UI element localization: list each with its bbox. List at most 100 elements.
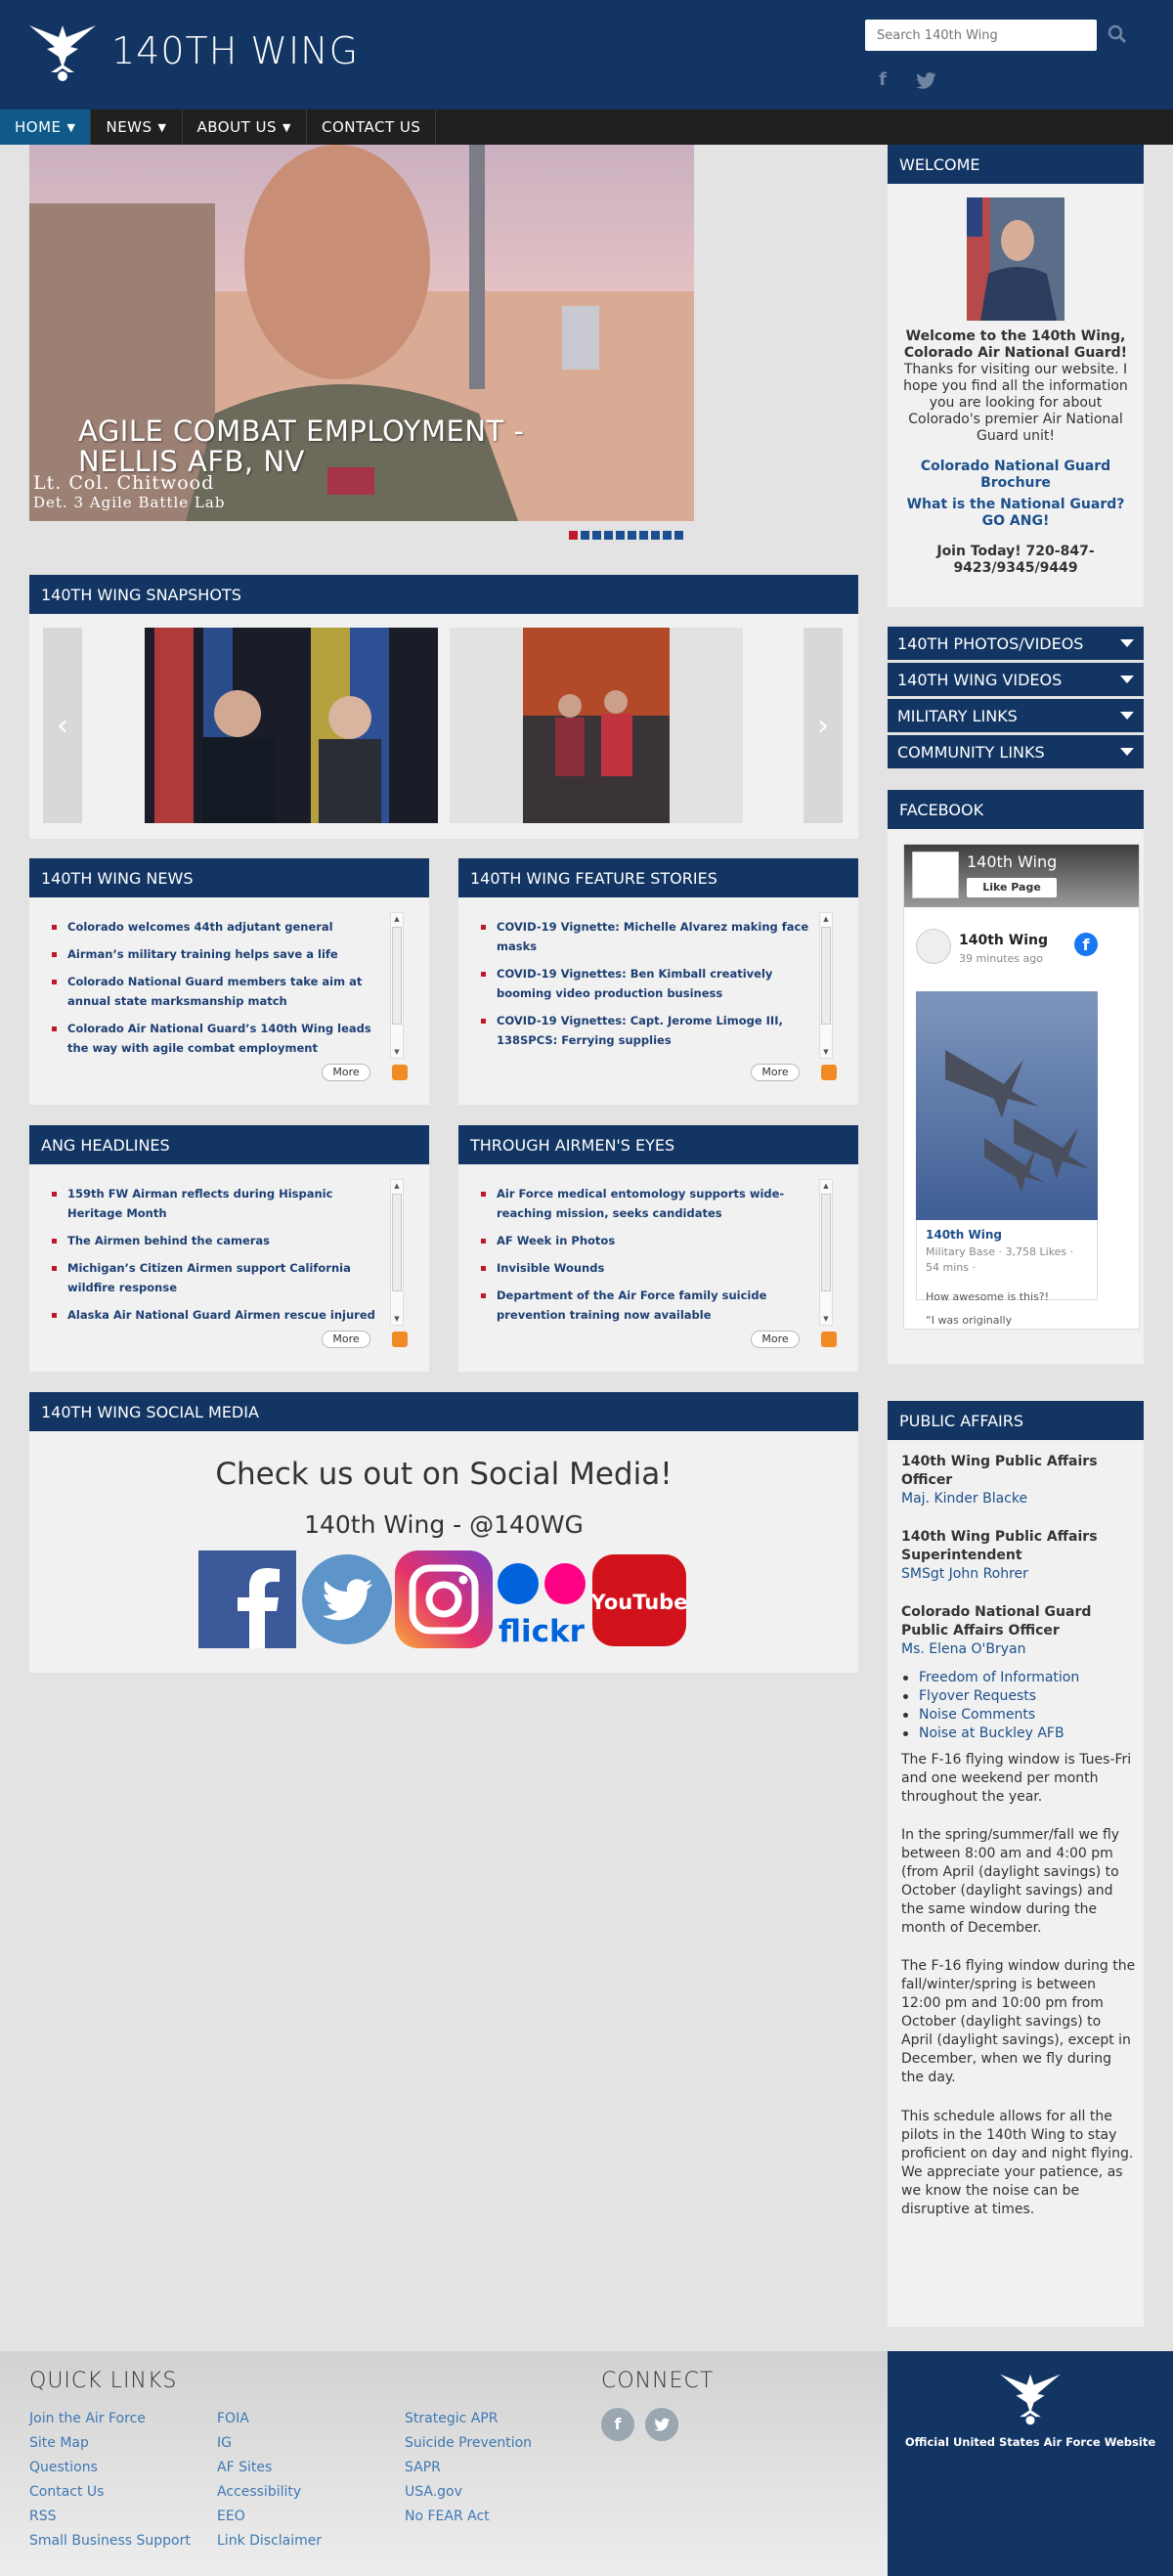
accordion-military-links[interactable]: MILITARY LINKS [888,699,1144,732]
rss-icon[interactable] [821,1332,837,1347]
footer-link[interactable]: USA.gov [405,2484,462,2500]
slide-dot[interactable] [651,531,660,540]
slide-dot[interactable] [639,531,648,540]
feature-scrollbar[interactable]: ▲ ▼ [819,912,833,1059]
pa-officer-link[interactable]: Maj. Kinder Blacke [901,1491,1027,1506]
pa-cong-link[interactable]: Ms. Elena O'Bryan [901,1641,1026,1657]
usaf-box[interactable]: Official United States Air Force Website [888,2351,1173,2576]
air-force-wings-logo-icon[interactable] [27,22,98,84]
scroll-thumb[interactable] [392,927,402,1025]
scroll-up-icon[interactable]: ▲ [820,1180,832,1192]
eyes-link[interactable]: Air Force medical entomology supports wi… [472,1184,813,1223]
footer-link[interactable]: Site Map [29,2435,89,2451]
footer-twitter-icon[interactable] [645,2408,678,2441]
twitter-logo-icon[interactable] [302,1554,392,1644]
nav-contact-us[interactable]: CONTACT US [307,109,437,145]
facebook-post-avatar[interactable] [916,929,951,964]
eyes-link[interactable]: Invisible Wounds [472,1258,813,1278]
footer-link[interactable]: Link Disclaimer [217,2533,322,2549]
scroll-thumb[interactable] [821,1194,831,1291]
facebook-post-author[interactable]: 140th Wing [959,933,1048,948]
noise-buckley-link[interactable]: Noise at Buckley AFB [919,1725,1064,1741]
accordion-photos-videos[interactable]: 140TH PHOTOS/VIDEOS [888,627,1144,660]
scroll-down-icon[interactable]: ▼ [391,1046,403,1058]
slide-dot[interactable] [628,531,636,540]
ang-link[interactable]: 159th FW Airman reflects during Hispanic… [43,1184,384,1223]
ang-link[interactable]: The Airmen behind the cameras [43,1231,384,1250]
noise-comments-link[interactable]: Noise Comments [919,1707,1035,1723]
slide-dot[interactable] [604,531,613,540]
facebook-page-name[interactable]: 140th Wing [967,852,1057,871]
slide-dot[interactable] [569,531,578,540]
facebook-post-image[interactable] [916,991,1098,1220]
site-title[interactable]: 140TH WING [111,29,359,72]
footer-facebook-icon[interactable]: f [601,2408,634,2441]
search-icon[interactable] [1107,23,1128,45]
feature-link[interactable]: COVID-19 Vignettes: Ben Kimball creative… [472,964,813,1003]
instagram-logo-icon[interactable] [395,1550,493,1648]
slide-dot[interactable] [616,531,625,540]
feature-link[interactable]: COVID-19 Vignettes: Capt. Jerome Limoge … [472,1011,813,1050]
scroll-up-icon[interactable]: ▲ [391,913,403,925]
nav-home[interactable]: HOME ▼ [0,109,92,145]
footer-link[interactable]: Strategic APR [405,2411,498,2426]
foia-link[interactable]: Freedom of Information [919,1670,1079,1685]
snapshots-prev-arrow[interactable]: ‹ [43,628,82,823]
snapshot-card[interactable] [450,628,743,823]
facebook-icon[interactable]: f [1074,933,1098,956]
what-is-guard-link[interactable]: What is the National Guard? GO ANG! [897,497,1134,530]
feature-more-button[interactable]: More [751,1064,800,1081]
footer-link[interactable]: Join the Air Force [29,2411,146,2426]
rss-icon[interactable] [392,1332,408,1347]
flyover-requests-link[interactable]: Flyover Requests [919,1688,1036,1704]
news-link[interactable]: Colorado welcomes 44th adjutant general [43,917,384,937]
news-link[interactable]: Colorado Air National Guard’s 140th Wing… [43,1019,384,1058]
usaf-caption[interactable]: Official United States Air Force Website [888,2435,1173,2449]
news-link[interactable]: Colorado National Guard members take aim… [43,972,384,1011]
brochure-link[interactable]: Colorado National Guard Brochure [897,458,1134,492]
snapshots-next-arrow[interactable]: › [804,628,843,823]
footer-link[interactable]: Questions [29,2460,98,2475]
ang-link[interactable]: Michigan’s Citizen Airmen support Califo… [43,1258,384,1297]
eyes-scrollbar[interactable]: ▲ ▼ [819,1179,833,1326]
news-link[interactable]: Airman’s military training helps save a … [43,944,384,964]
twitter-icon[interactable] [914,68,937,92]
accordion-community-links[interactable]: COMMUNITY LINKS [888,735,1144,768]
footer-link[interactable]: Accessibility [217,2484,301,2500]
flickr-logo-icon[interactable]: flickr [495,1550,588,1648]
eyes-link[interactable]: AF Week in Photos [472,1231,813,1250]
footer-link[interactable]: FOIA [217,2411,249,2426]
facebook-card-name[interactable]: 140th Wing [926,1228,1002,1242]
feature-link[interactable]: COVID-19 Vignette: Michelle Alvarez maki… [472,917,813,956]
footer-link[interactable]: RSS [29,2509,57,2524]
snapshot-card[interactable] [145,628,438,823]
search-input[interactable] [865,20,1097,51]
slide-dot[interactable] [663,531,672,540]
slide-dot[interactable] [592,531,601,540]
ang-link[interactable]: Alaska Air National Guard Airmen rescue … [43,1305,384,1325]
news-more-button[interactable]: More [322,1064,370,1081]
scroll-thumb[interactable] [821,927,831,1025]
scroll-down-icon[interactable]: ▼ [820,1046,832,1058]
rss-icon[interactable] [392,1065,408,1080]
footer-link[interactable]: EEO [217,2509,245,2524]
eyes-link[interactable]: Department of the Air Force family suici… [472,1286,813,1325]
news-scrollbar[interactable]: ▲ ▼ [390,912,404,1059]
hero-slideshow[interactable]: AGILE COMBAT EMPLOYMENT - NELLIS AFB, NV … [29,145,694,521]
facebook-page-avatar[interactable] [912,851,959,898]
pa-superintendent-link[interactable]: SMSgt John Rohrer [901,1566,1028,1582]
scroll-thumb[interactable] [392,1194,402,1291]
footer-link[interactable]: Small Business Support [29,2533,191,2549]
ang-scrollbar[interactable]: ▲ ▼ [390,1179,404,1326]
footer-link[interactable]: Contact Us [29,2484,104,2500]
facebook-icon[interactable]: f [871,68,894,92]
youtube-logo-icon[interactable]: YouTube [592,1554,686,1646]
scroll-down-icon[interactable]: ▼ [820,1313,832,1325]
footer-link[interactable]: IG [217,2435,232,2451]
facebook-widget[interactable]: 140th Wing Like Page 140th Wing 39 minut… [903,844,1140,1330]
scroll-up-icon[interactable]: ▲ [391,1180,403,1192]
facebook-like-page-button[interactable]: Like Page [967,878,1057,897]
scroll-up-icon[interactable]: ▲ [820,913,832,925]
facebook-logo-icon[interactable] [198,1550,296,1648]
nav-news[interactable]: NEWS ▼ [91,109,183,145]
